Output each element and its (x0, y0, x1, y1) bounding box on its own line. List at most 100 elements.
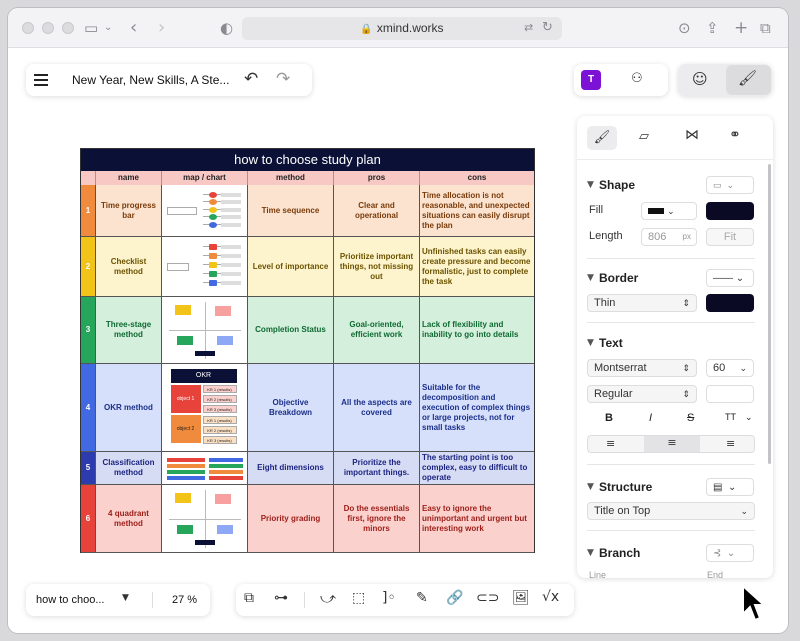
shape-select[interactable]: ▭ ⌄ (706, 176, 754, 194)
row-map-thumbnail[interactable] (162, 485, 248, 553)
summary-icon[interactable]: ]◦ (382, 590, 396, 606)
row-method[interactable]: Eight dimensions (248, 452, 334, 485)
border-style-select[interactable]: —— ⌄ (706, 269, 754, 287)
text-color-swatch[interactable] (706, 385, 754, 403)
menu-icon[interactable] (34, 72, 48, 86)
font-style-select[interactable]: Regular ⇕ (587, 385, 697, 403)
topic-icon[interactable]: ⧉ (244, 590, 254, 606)
align-left-icon[interactable]: ≡ (606, 437, 615, 450)
row-cons[interactable]: Unfinished tasks can easily create press… (420, 237, 534, 297)
image-icon[interactable]: 🖼 (512, 590, 530, 606)
row-number[interactable]: 4 (81, 364, 96, 452)
text-collapse-icon[interactable]: ▼ (587, 338, 594, 348)
redo-icon[interactable]: ↷ (276, 69, 290, 89)
row-map-thumbnail[interactable] (162, 237, 248, 297)
note-icon[interactable]: ✎ (416, 590, 428, 606)
sidebar-icon[interactable]: ▭ (84, 17, 98, 39)
new-tab-icon[interactable]: + (734, 17, 748, 39)
row-number[interactable]: 2 (81, 237, 96, 297)
format-brush-icon[interactable]: 🖌 (738, 69, 757, 87)
row-method[interactable]: Objective Breakdown (248, 364, 334, 452)
row-method[interactable]: Level of importance (248, 237, 334, 297)
translate-icon[interactable]: ⇄ (524, 17, 533, 39)
mindmap-canvas[interactable]: New Year, New Skills, A Ste... ↶ ↷ T ⚇ ☺… (8, 48, 788, 633)
fill-type-select[interactable]: ⌄ (641, 202, 697, 220)
format-panel-scrollbar[interactable] (768, 164, 771, 464)
sheet-title[interactable]: how to choose study plan (81, 149, 534, 171)
row-number[interactable]: 1 (81, 185, 96, 237)
equation-icon[interactable]: √x (542, 589, 559, 605)
map-tab-icon[interactable]: ⋈ (685, 127, 699, 143)
address-bar[interactable]: 🔒 xmind.works (242, 17, 562, 40)
row-method[interactable]: Priority grading (248, 485, 334, 553)
fill-color-swatch[interactable] (706, 202, 754, 220)
shape-collapse-icon[interactable]: ▼ (587, 180, 594, 190)
sheet-name[interactable]: how to choo... (36, 594, 105, 606)
document-title[interactable]: New Year, New Skills, A Ste... (72, 73, 229, 87)
row-name[interactable]: 4 quadrant method (96, 485, 162, 553)
row-method[interactable]: Completion Status (248, 297, 334, 364)
row-number[interactable]: 3 (81, 297, 96, 364)
privacy-shield-icon[interactable]: ◐ (220, 17, 233, 39)
row-map-thumbnail[interactable]: OKR object 1 object 2 KR 1 (results) KR 2 (r… (162, 364, 248, 452)
font-family-select[interactable]: Montserrat ⇕ (587, 359, 697, 377)
study-plan-sheet[interactable]: how to choose study plan name map / char… (80, 148, 535, 553)
row-pros[interactable]: Do the essentials first, ignore the mino… (334, 485, 420, 553)
row-cons[interactable]: Time allocation is not reasonable, and u… (420, 185, 534, 237)
row-cons[interactable]: The starting point is too complex, easy … (420, 452, 534, 485)
link-icon[interactable]: 🔗 (446, 590, 463, 606)
row-number[interactable]: 5 (81, 452, 96, 485)
row-name[interactable]: OKR method (96, 364, 162, 452)
row-name[interactable]: Checklist method (96, 237, 162, 297)
theme-tab-icon[interactable]: ⚭ (729, 127, 741, 143)
tabs-overview-icon[interactable]: ⧉ (760, 17, 771, 39)
border-color-swatch[interactable] (706, 294, 754, 312)
font-size-select[interactable]: 60 ⌄ (706, 359, 754, 377)
user-avatar[interactable]: T (581, 70, 601, 90)
italic-button[interactable]: I (649, 412, 652, 424)
strikethrough-button[interactable]: S (687, 412, 694, 424)
row-map-thumbnail[interactable] (162, 185, 248, 237)
zoom-level[interactable]: 27 % (172, 594, 197, 606)
attachment-icon[interactable]: ⊂⊃ (476, 590, 499, 606)
close-window-button[interactable] (22, 22, 34, 34)
reload-icon[interactable]: ↻ (542, 17, 553, 39)
row-pros[interactable]: All the aspects are covered (334, 364, 420, 452)
row-pros[interactable]: Clear and operational (334, 185, 420, 237)
subtopic-icon[interactable]: ⊶ (274, 590, 288, 606)
row-pros[interactable]: Prioritize important things, not missing… (334, 237, 420, 297)
sheet-dropdown-icon[interactable]: ▼ (122, 593, 129, 603)
relationship-icon[interactable]: ⤻ (320, 589, 336, 607)
align-right-icon[interactable]: ≡ (726, 437, 735, 450)
length-input[interactable]: 806 px (641, 228, 697, 246)
zoom-window-button[interactable] (62, 22, 74, 34)
row-map-thumbnail[interactable] (162, 452, 248, 485)
row-name[interactable]: Three-stage method (96, 297, 162, 364)
chevron-down-icon[interactable]: ⌄ (104, 17, 112, 39)
row-cons[interactable]: Suitable for the decomposition and execu… (420, 364, 534, 452)
branch-collapse-icon[interactable]: ▼ (587, 548, 594, 558)
row-method[interactable]: Time sequence (248, 185, 334, 237)
border-collapse-icon[interactable]: ▼ (587, 273, 594, 283)
structure-icon-select[interactable]: ▤ ⌄ (706, 478, 754, 496)
row-name[interactable]: Time progress bar (96, 185, 162, 237)
bold-button[interactable]: B (605, 412, 613, 424)
style-tab-icon[interactable]: 🖌 (587, 126, 617, 150)
border-weight-select[interactable]: Thin ⇕ (587, 294, 697, 312)
fit-button[interactable]: Fit (706, 228, 754, 246)
row-pros[interactable]: Goal-oriented, efficient work (334, 297, 420, 364)
back-icon[interactable]: ‹ (130, 17, 137, 39)
row-map-thumbnail[interactable] (162, 297, 248, 364)
sticker-face-icon[interactable]: ☺ (692, 70, 708, 88)
row-cons[interactable]: Easy to ignore the unimportant and urgen… (420, 485, 534, 553)
text-case-button[interactable]: TT (725, 412, 736, 422)
share-users-icon[interactable]: ⚇ (631, 71, 643, 86)
forward-icon[interactable]: › (158, 17, 165, 39)
boundary-icon[interactable]: ⬚ (352, 590, 365, 606)
text-case-chevron-icon[interactable]: ⌄ (745, 412, 753, 423)
branch-style-select[interactable]: ⊰ ⌄ (706, 544, 754, 562)
row-pros[interactable]: Prioritize the important things. (334, 452, 420, 485)
sticker-tab-icon[interactable]: ▱ (639, 129, 649, 144)
row-number[interactable]: 6 (81, 485, 96, 553)
undo-icon[interactable]: ↶ (244, 69, 258, 89)
